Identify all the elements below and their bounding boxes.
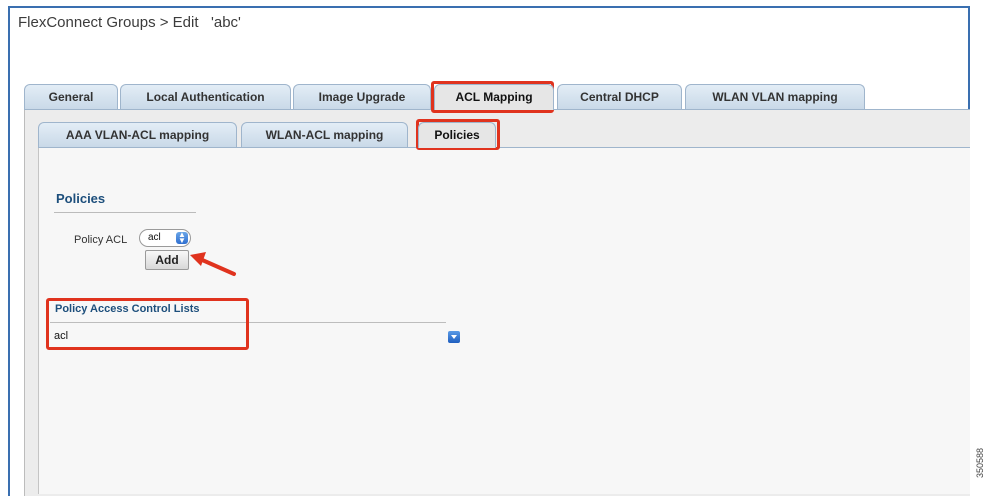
tab-wlan-acl-mapping[interactable]: WLAN-ACL mapping xyxy=(241,122,408,147)
policy-acl-value: acl xyxy=(148,232,161,243)
tab-local-authentication[interactable]: Local Authentication xyxy=(120,84,291,109)
page-title: FlexConnect Groups > Edit 'abc' xyxy=(18,14,241,31)
heading-divider xyxy=(54,212,196,213)
tab-central-dhcp[interactable]: Central DHCP xyxy=(557,84,682,109)
policy-list-divider xyxy=(50,322,446,323)
policy-list-item: acl xyxy=(54,330,69,342)
policy-acl-select[interactable]: acl ▲ ▼ xyxy=(139,229,191,247)
chevron-updown-icon: ▲ ▼ xyxy=(176,231,188,245)
tab-aaa-vlan-acl-mapping[interactable]: AAA VLAN-ACL mapping xyxy=(38,122,237,147)
add-button[interactable]: Add xyxy=(145,250,189,270)
tab-image-upgrade[interactable]: Image Upgrade xyxy=(293,84,431,109)
tab-acl-mapping[interactable]: ACL Mapping xyxy=(434,84,554,110)
tab-wlan-vlan-mapping[interactable]: WLAN VLAN mapping xyxy=(685,84,865,109)
row-dropdown-icon[interactable] xyxy=(448,331,460,343)
tab-policies[interactable]: Policies xyxy=(418,122,496,148)
policies-heading: Policies xyxy=(56,191,106,206)
annotation-arrow-icon xyxy=(190,252,236,276)
policy-acl-label: Policy ACL xyxy=(74,234,128,246)
tab-general[interactable]: General xyxy=(24,84,118,109)
policies-panel xyxy=(38,148,970,494)
figure-id: 350588 xyxy=(975,447,984,478)
policy-list-heading: Policy Access Control Lists xyxy=(55,303,200,315)
